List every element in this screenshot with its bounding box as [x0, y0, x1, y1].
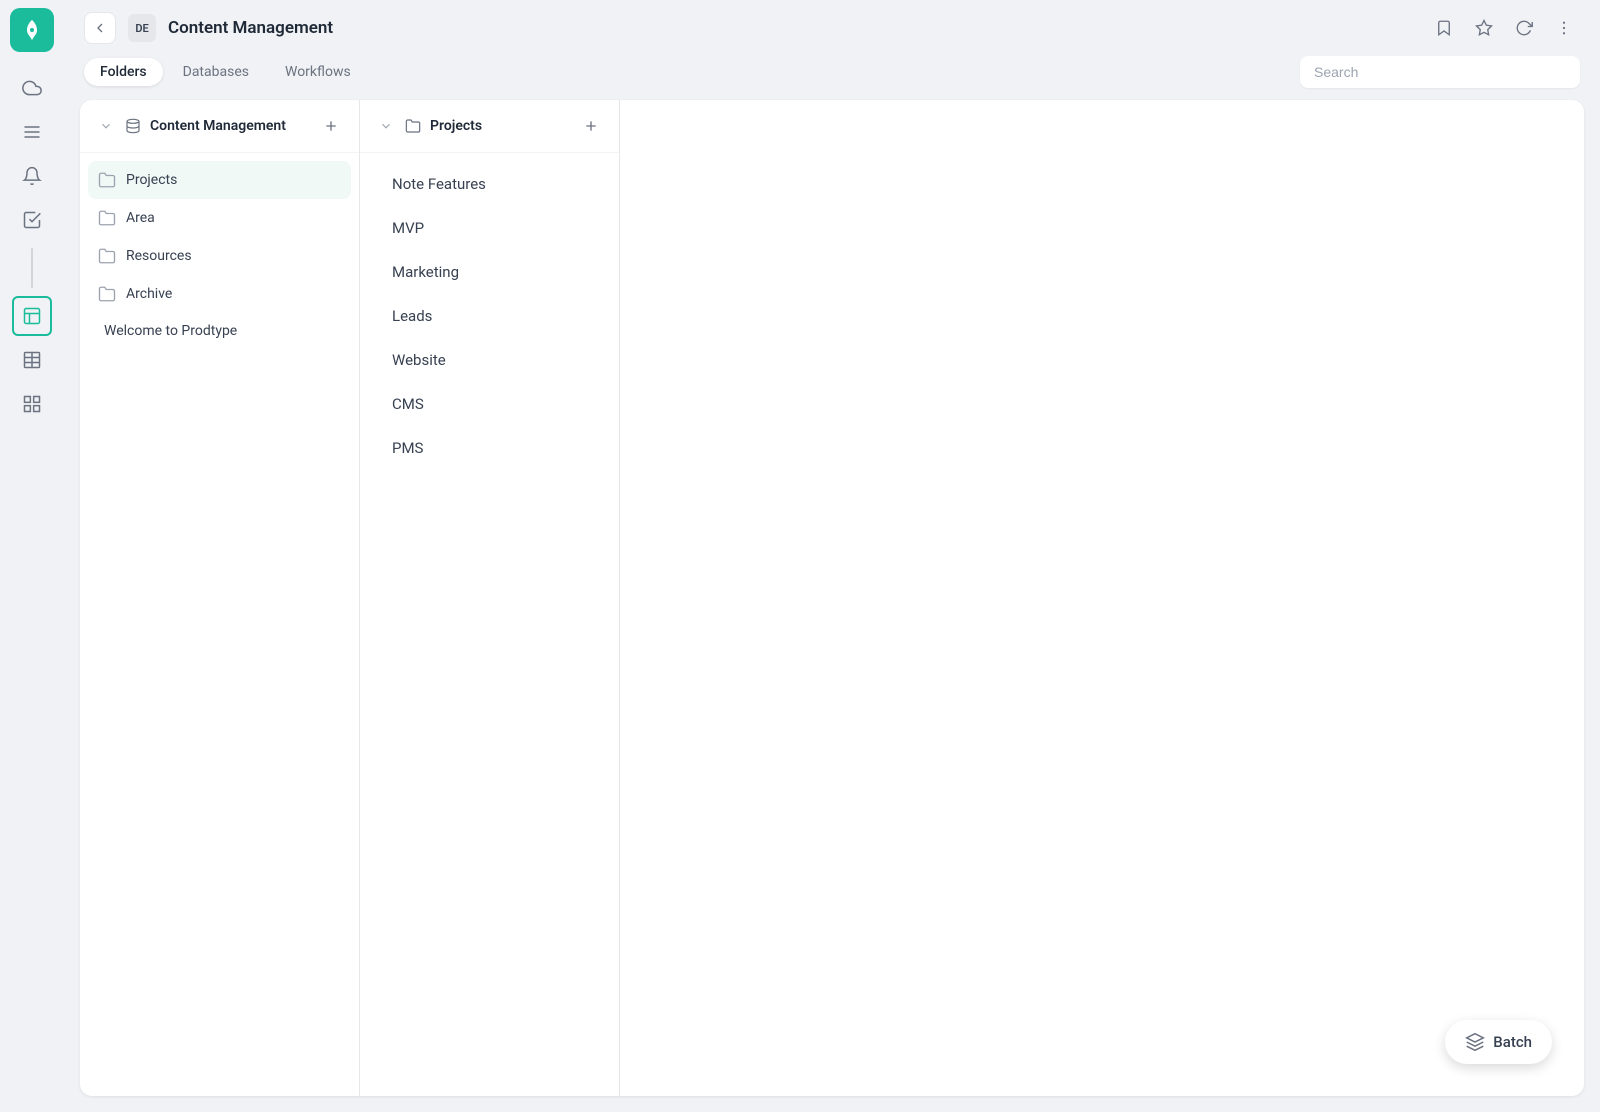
folder-open-icon — [404, 117, 422, 135]
batch-label: Batch — [1493, 1033, 1532, 1051]
list-item[interactable]: Leads — [376, 295, 603, 337]
list-item[interactable]: Website — [376, 339, 603, 381]
column-header-content-management: Content Management — [80, 100, 359, 153]
list-item[interactable]: CMS — [376, 383, 603, 425]
bell-icon — [22, 166, 42, 186]
list-item[interactable]: Projects — [88, 161, 351, 199]
plus-icon — [323, 118, 339, 134]
tab-workflows[interactable]: Workflows — [269, 58, 367, 86]
refresh-icon — [1515, 19, 1533, 37]
check-sidebar-item[interactable] — [12, 200, 52, 240]
batch-button[interactable]: Batch — [1445, 1020, 1552, 1064]
column-header-projects: Projects — [360, 100, 619, 153]
list-item-label: Welcome to Prodtype — [104, 323, 237, 339]
grid-sidebar-item[interactable] — [12, 384, 52, 424]
list-item[interactable]: Area — [88, 199, 351, 237]
more-vertical-icon — [1555, 19, 1573, 37]
content-area: Content Management Projects — [80, 100, 1584, 1096]
menu-sidebar-item[interactable] — [12, 112, 52, 152]
note-sidebar-item[interactable] — [12, 296, 52, 336]
chevron-down-icon — [99, 119, 113, 133]
tab-databases[interactable]: Databases — [167, 58, 265, 86]
header: DE Content Management — [64, 0, 1600, 56]
folder-icon — [98, 209, 116, 227]
plus-icon — [583, 118, 599, 134]
sidebar-divider — [31, 248, 33, 288]
more-button[interactable] — [1548, 12, 1580, 44]
bookmark-button[interactable] — [1428, 12, 1460, 44]
chevron-down-icon — [379, 119, 393, 133]
list-item-label: Resources — [126, 248, 192, 264]
check-square-icon — [22, 210, 42, 230]
content-management-list: Projects Area Resources — [80, 153, 359, 1096]
folder-icon — [98, 285, 116, 303]
db-icon — [125, 118, 141, 134]
expand-content-management-btn[interactable] — [96, 116, 116, 136]
cloud-icon — [22, 78, 42, 98]
grid-icon — [22, 394, 42, 414]
list-item[interactable]: Archive — [88, 275, 351, 313]
projects-column: Projects Note Features MVP Marketing Lea… — [360, 100, 620, 1096]
cloud-sidebar-item[interactable] — [12, 68, 52, 108]
sidebar — [0, 0, 64, 1112]
star-button[interactable] — [1468, 12, 1500, 44]
detail-column — [620, 100, 1584, 1096]
bookmark-icon — [1435, 19, 1453, 37]
expand-projects-btn[interactable] — [376, 116, 396, 136]
bell-sidebar-item[interactable] — [12, 156, 52, 196]
search-input[interactable] — [1300, 56, 1580, 88]
menu-icon — [22, 122, 42, 142]
refresh-button[interactable] — [1508, 12, 1540, 44]
folder-icon — [98, 247, 116, 265]
list-item-label: Archive — [126, 286, 172, 302]
back-icon — [92, 20, 108, 36]
list-item[interactable]: Note Features — [376, 163, 603, 205]
main-content: DE Content Management — [64, 0, 1600, 1112]
tabs-row: Folders Databases Workflows — [64, 56, 1600, 100]
table-icon — [22, 350, 42, 370]
page-title: Content Management — [168, 18, 1416, 38]
header-actions — [1428, 12, 1580, 44]
list-item[interactable]: MVP — [376, 207, 603, 249]
add-content-management-btn[interactable] — [319, 114, 343, 138]
rocket-icon — [20, 18, 44, 42]
folder-open-icon — [405, 118, 421, 134]
database-icon — [124, 117, 142, 135]
layers-icon — [1465, 1032, 1485, 1052]
user-badge: DE — [128, 14, 156, 42]
tabs: Folders Databases Workflows — [84, 58, 367, 86]
list-item[interactable]: PMS — [376, 427, 603, 469]
folder-icon — [98, 171, 116, 189]
table-sidebar-item[interactable] — [12, 340, 52, 380]
list-item-label: Projects — [126, 172, 177, 188]
projects-list: Note Features MVP Marketing Leads Websit… — [360, 153, 619, 1096]
column-title-projects: Projects — [430, 118, 571, 134]
add-projects-btn[interactable] — [579, 114, 603, 138]
list-item[interactable]: Welcome to Prodtype — [88, 313, 351, 349]
note-icon — [22, 306, 42, 326]
content-management-column: Content Management Projects — [80, 100, 360, 1096]
list-item[interactable]: Resources — [88, 237, 351, 275]
list-item-label: Area — [126, 210, 155, 226]
list-item[interactable]: Marketing — [376, 251, 603, 293]
back-button[interactable] — [84, 12, 116, 44]
tab-folders[interactable]: Folders — [84, 58, 163, 86]
app-logo[interactable] — [10, 8, 54, 52]
column-title-content-management: Content Management — [150, 118, 311, 134]
star-icon — [1475, 19, 1493, 37]
search-container — [1300, 56, 1580, 88]
